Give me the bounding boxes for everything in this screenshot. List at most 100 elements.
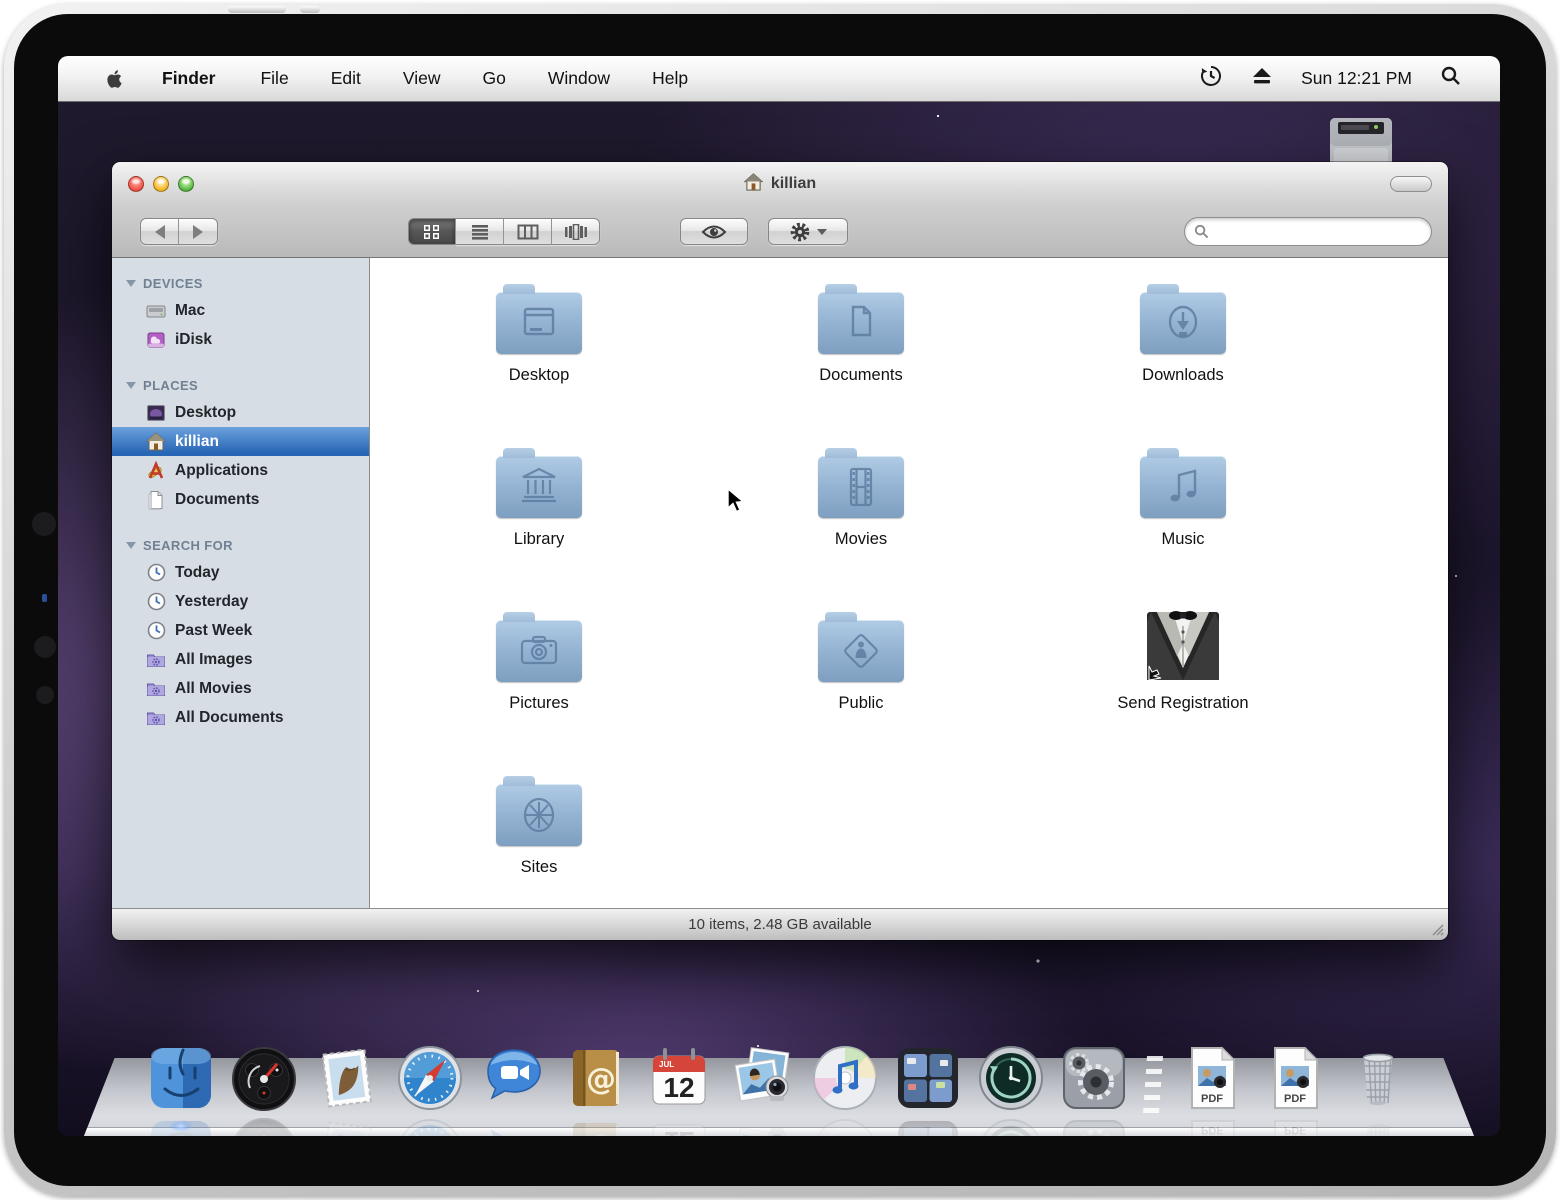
dock-iphoto-icon[interactable] xyxy=(726,1042,798,1114)
dock-mail-icon[interactable] xyxy=(311,1042,383,1114)
eye-icon xyxy=(701,223,727,241)
running-indicator xyxy=(168,1120,194,1132)
sidebar-section-devices[interactable]: DEVICES xyxy=(112,270,369,296)
dock-separator xyxy=(1142,1056,1162,1114)
grid-view-icon xyxy=(422,224,442,240)
menu-view[interactable]: View xyxy=(384,68,460,89)
file-item-downloads[interactable]: Downloads xyxy=(1022,268,1344,432)
disclosure-triangle-icon[interactable] xyxy=(126,382,136,389)
sidebar-item-idisk[interactable]: iDisk xyxy=(112,325,369,354)
sidebar-item-yesterday[interactable]: Yesterday xyxy=(112,587,369,616)
file-item-documents[interactable]: Documents xyxy=(700,268,1022,432)
column-view-button[interactable] xyxy=(504,218,552,245)
resize-grip[interactable] xyxy=(1429,921,1444,936)
smart-folder-icon xyxy=(146,650,166,670)
idisk-icon xyxy=(146,330,166,350)
sidebar-item-applications[interactable]: Applications xyxy=(112,456,369,485)
search-input[interactable] xyxy=(1209,224,1431,240)
menu-go[interactable]: Go xyxy=(463,68,524,89)
file-item-music[interactable]: Music xyxy=(1022,432,1344,596)
dock-pdf-document-icon[interactable]: PDF xyxy=(1259,1042,1331,1114)
toolbar xyxy=(112,206,1448,258)
menu-clock[interactable]: Sun 12:21 PM xyxy=(1301,68,1412,89)
menu-file[interactable]: File xyxy=(241,68,307,89)
sidebar-item-label: Today xyxy=(175,564,220,582)
coverflow-view-icon xyxy=(564,224,588,240)
title-bar[interactable]: killian xyxy=(112,162,1448,206)
dock-ichat-icon[interactable] xyxy=(477,1042,549,1114)
disclosure-triangle-icon[interactable] xyxy=(126,542,136,549)
sensor-icon xyxy=(36,686,54,704)
menu-window[interactable]: Window xyxy=(529,68,629,89)
desktop-screen: Finder File Edit View Go Window Help Sun… xyxy=(58,56,1500,1136)
file-item-pictures[interactable]: Pictures xyxy=(378,596,700,760)
music-folder-icon xyxy=(1140,456,1226,518)
eject-menu-icon[interactable] xyxy=(1251,66,1273,91)
finder-window: killian xyxy=(112,162,1448,940)
window-title: killian xyxy=(771,175,816,193)
sidebar-item-killian[interactable]: killian xyxy=(112,427,369,456)
sidebar-item-all-movies[interactable]: All Movies xyxy=(112,674,369,703)
dock-address-book-icon[interactable]: @ xyxy=(560,1042,632,1114)
file-item-library[interactable]: Library xyxy=(378,432,700,596)
svg-text:PDF: PDF xyxy=(1201,1093,1223,1105)
applications-icon xyxy=(146,461,166,481)
sidebar-section-search-for[interactable]: SEARCH FOR xyxy=(112,532,369,558)
ical-day-number: 12 xyxy=(663,1072,694,1103)
icon-view-button[interactable] xyxy=(408,218,456,245)
dock-itunes-icon[interactable] xyxy=(809,1042,881,1114)
volume-button xyxy=(228,6,286,13)
sidebar-item-documents[interactable]: Documents xyxy=(112,485,369,514)
dock-safari-icon[interactable] xyxy=(394,1042,466,1114)
power-button xyxy=(300,6,320,13)
time-machine-menu-icon[interactable] xyxy=(1199,64,1223,93)
back-arrow-icon xyxy=(155,225,165,239)
clock-icon xyxy=(146,592,166,612)
dock-trash-icon[interactable] xyxy=(1342,1042,1414,1114)
sidebar-item-all-documents[interactable]: All Documents xyxy=(112,703,369,732)
sidebar-section-places[interactable]: PLACES xyxy=(112,372,369,398)
dock-spaces-icon[interactable] xyxy=(892,1042,964,1114)
forward-arrow-icon xyxy=(193,225,203,239)
toolbar-toggle-button[interactable] xyxy=(1390,176,1432,192)
action-menu-button[interactable] xyxy=(768,218,848,245)
file-label: Pictures xyxy=(509,694,569,713)
coverflow-view-button[interactable] xyxy=(552,218,600,245)
file-item-send-registration[interactable]: Send Registration xyxy=(1022,596,1344,760)
camera-icon xyxy=(32,512,56,536)
file-label: Documents xyxy=(819,366,902,385)
dock-pdf-document-icon[interactable]: PDF xyxy=(1176,1042,1248,1114)
disclosure-triangle-icon[interactable] xyxy=(126,280,136,287)
sidebar-item-past-week[interactable]: Past Week xyxy=(112,616,369,645)
dock-dashboard-icon[interactable] xyxy=(228,1042,300,1114)
sidebar-item-desktop[interactable]: Desktop xyxy=(112,398,369,427)
library-folder-icon xyxy=(496,456,582,518)
dock-finder-icon[interactable] xyxy=(145,1042,217,1114)
file-item-public[interactable]: Public xyxy=(700,596,1022,760)
forward-button[interactable] xyxy=(179,218,218,245)
menu-edit[interactable]: Edit xyxy=(312,68,380,89)
apple-menu-icon[interactable] xyxy=(104,67,125,91)
file-item-desktop[interactable]: Desktop xyxy=(378,268,700,432)
file-item-movies[interactable]: Movies xyxy=(700,432,1022,596)
sidebar-item-mac[interactable]: Mac xyxy=(112,296,369,325)
dock-time-machine-icon[interactable] xyxy=(975,1042,1047,1114)
minimize-button[interactable] xyxy=(153,176,169,192)
menu-finder[interactable]: Finder xyxy=(143,68,237,89)
dock-system-preferences-icon[interactable] xyxy=(1058,1042,1130,1114)
menu-help[interactable]: Help xyxy=(633,68,707,89)
sidebar-item-today[interactable]: Today xyxy=(112,558,369,587)
view-mode-control xyxy=(408,218,600,245)
close-button[interactable] xyxy=(128,176,144,192)
spotlight-icon[interactable] xyxy=(1440,65,1462,92)
file-item-sites[interactable]: Sites xyxy=(378,760,700,908)
zoom-button[interactable] xyxy=(178,176,194,192)
file-label: Movies xyxy=(835,530,887,549)
quick-look-button[interactable] xyxy=(680,218,748,245)
file-label: Library xyxy=(514,530,564,549)
dock-ical-icon[interactable]: JUL12 xyxy=(643,1042,715,1114)
sidebar-item-all-images[interactable]: All Images xyxy=(112,645,369,674)
list-view-button[interactable] xyxy=(456,218,504,245)
back-button[interactable] xyxy=(140,218,179,245)
search-field[interactable] xyxy=(1184,217,1432,246)
